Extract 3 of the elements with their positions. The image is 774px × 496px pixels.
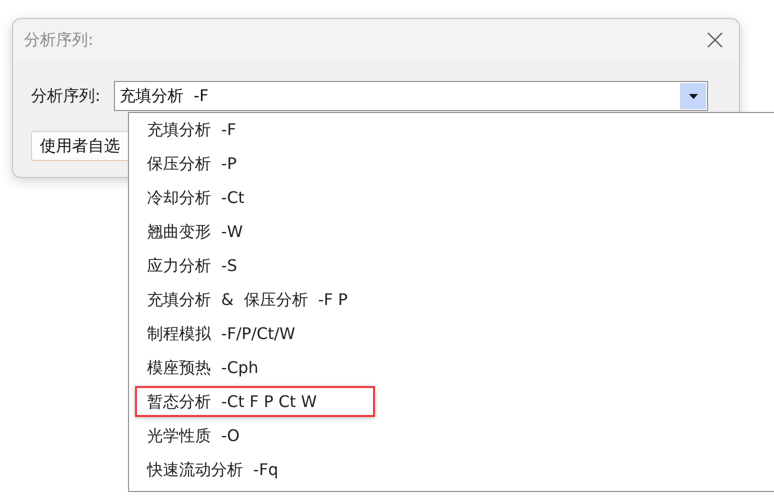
field-label: 分析序列:	[31, 86, 100, 106]
window-title: 分析序列:	[24, 30, 94, 50]
dropdown-value: 充填分析 -F	[119, 86, 209, 106]
